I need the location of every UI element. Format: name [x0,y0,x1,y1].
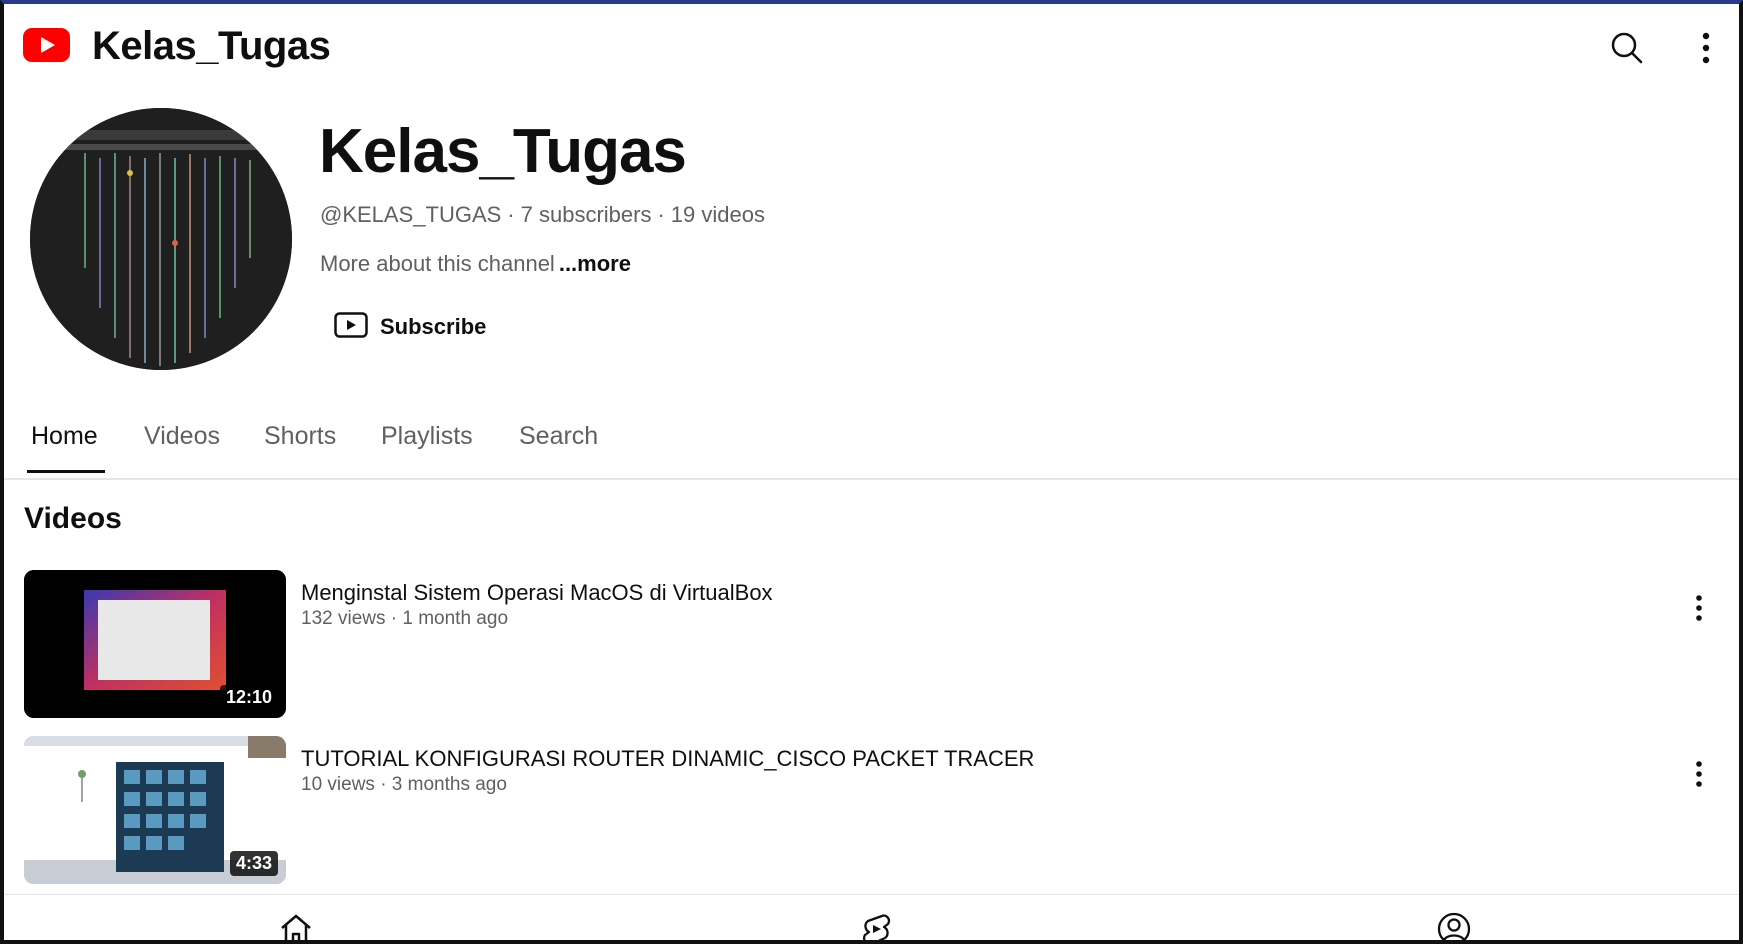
video-item[interactable]: 12:10 Menginstal Sistem Operasi MacOS di… [24,570,1704,718]
meta-separator: · [507,202,515,227]
account-circle-icon[interactable] [1434,911,1474,940]
active-tab-indicator [27,470,105,473]
channel-tabs: Home Videos Shorts Playlists Search [4,412,1739,480]
search-icon[interactable] [1607,28,1647,68]
subscribe-label: Subscribe [380,314,487,339]
tab-shorts[interactable]: Shorts [264,422,336,451]
more-vert-icon[interactable] [1686,28,1726,68]
top-app-bar: Kelas_Tugas [4,4,1739,90]
video-meta: 132 views · 1 month ago [301,608,509,629]
video-duration: 12:10 [219,685,278,710]
video-duration: 4:33 [229,851,278,876]
video-count: 19 videos [670,202,765,227]
subscriber-count: 7 subscribers [520,202,652,227]
tab-search[interactable]: Search [519,422,598,451]
section-title: Videos [24,502,122,535]
tab-videos[interactable]: Videos [144,422,220,451]
about-text: More about this channel [320,251,555,276]
video-title[interactable]: Menginstal Sistem Operasi MacOS di Virtu… [301,580,773,606]
app-title: Kelas_Tugas [92,24,331,68]
video-meta: 10 views · 3 months ago [301,774,507,795]
more-vert-icon[interactable] [1684,588,1714,628]
channel-avatar[interactable] [30,108,292,370]
video-thumbnail[interactable]: 4:33 [24,736,286,884]
video-thumbnail[interactable]: 12:10 [24,570,286,718]
app-window: Kelas_Tugas Kelas_Tugas @KELAS_TUGAS · 7… [0,0,1743,944]
channel-name: Kelas_Tugas [319,117,687,186]
about-more-link[interactable]: ...more [559,251,631,276]
youtube-logo-icon[interactable] [23,28,70,62]
bottom-navigation [4,894,1739,940]
subscribe-button[interactable]: Subscribe [334,309,486,345]
channel-about[interactable]: More about this channel ...more [320,251,631,277]
play-box-icon [334,311,368,343]
tab-playlists[interactable]: Playlists [381,422,473,451]
channel-meta: @KELAS_TUGAS · 7 subscribers · 19 videos [320,202,765,228]
meta-separator: · [657,202,665,227]
video-item[interactable]: 4:33 TUTORIAL KONFIGURASI ROUTER DINAMIC… [24,736,1704,884]
shorts-icon[interactable] [856,911,896,940]
more-vert-icon[interactable] [1684,754,1714,794]
home-icon[interactable] [276,911,316,940]
channel-handle[interactable]: @KELAS_TUGAS [320,202,501,227]
tab-home[interactable]: Home [31,422,98,451]
video-title[interactable]: TUTORIAL KONFIGURASI ROUTER DINAMIC_CISC… [301,746,1034,772]
